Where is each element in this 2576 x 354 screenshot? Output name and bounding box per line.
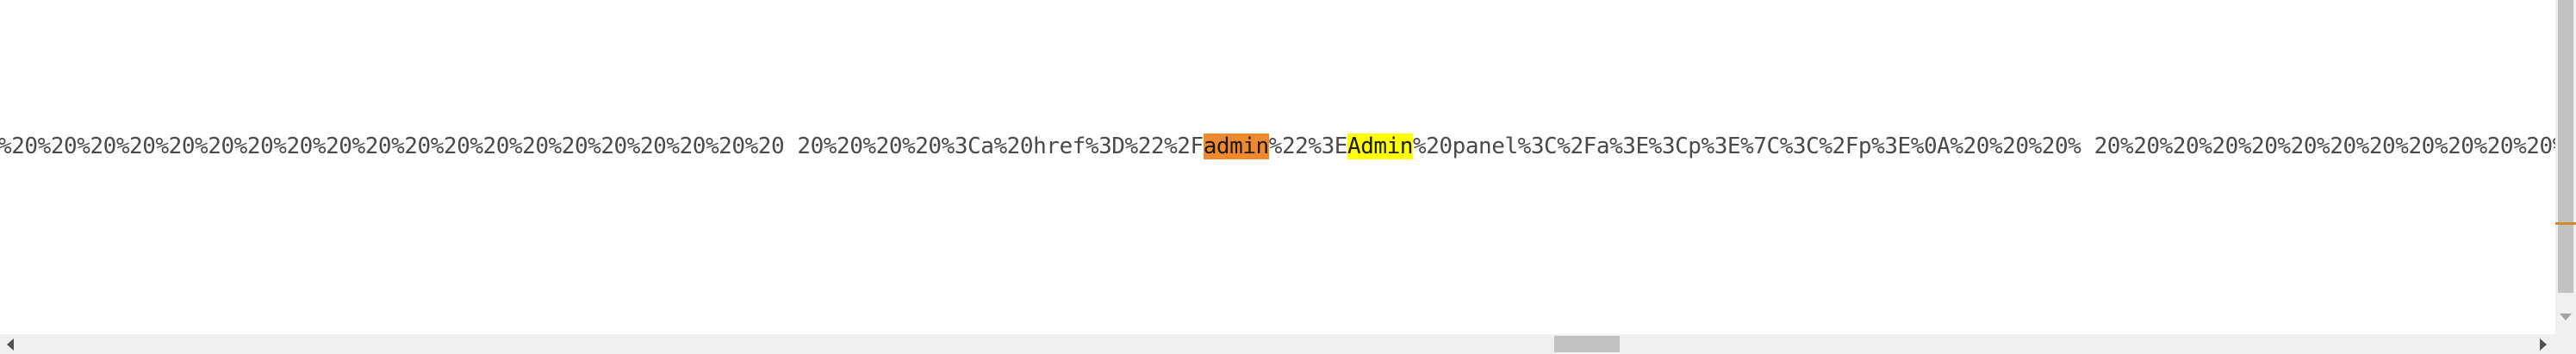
line-text-after: %20panel%3C%2Fa%3E%3Cp%3E%7C%3C%2Fp%3E%0… [1413,134,2555,159]
search-match-current: admin [1203,134,1269,159]
horizontal-scrollbar[interactable] [0,334,2555,354]
line-text-before: %20%20%20%20%20%20%20%20%20%20%20%20%20%… [0,134,1204,159]
search-match-highlight: Admin [1347,134,1414,159]
text-line: %20%20%20%20%20%20%20%20%20%20%20%20%20%… [0,129,2555,164]
right-arrow-icon [2540,338,2547,351]
scrollbar-corner [2555,334,2576,354]
line-text-between: %22%3E [1268,134,1348,159]
scroll-right-button[interactable] [2533,334,2554,354]
scroll-left-button[interactable] [0,334,21,354]
left-arrow-icon [7,338,14,351]
vertical-scrollbar[interactable] [2555,0,2576,334]
text-viewport[interactable]: %20%20%20%20%20%20%20%20%20%20%20%20%20%… [0,0,2555,334]
vertical-scroll-thumb[interactable] [2558,0,2573,293]
down-arrow-icon [2560,314,2572,320]
horizontal-scroll-thumb[interactable] [1554,336,1620,352]
scroll-down-button[interactable] [2555,307,2576,327]
search-result-marker [2555,222,2576,225]
